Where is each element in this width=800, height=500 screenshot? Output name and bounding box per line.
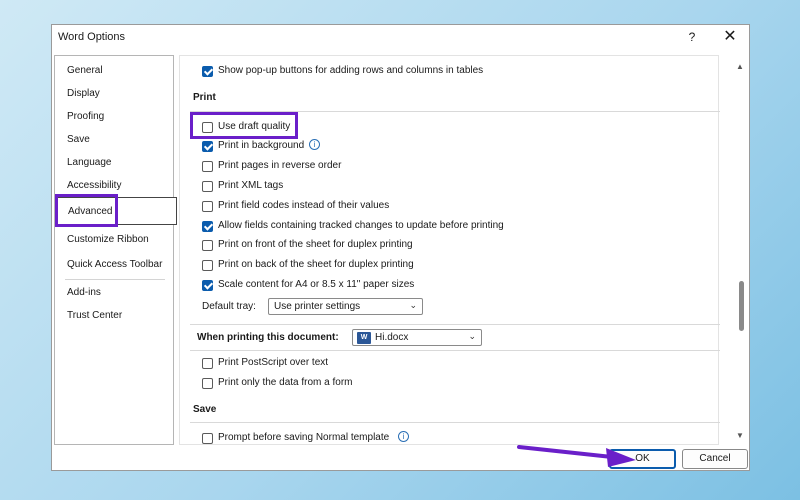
arrow-annotation — [517, 445, 636, 467]
